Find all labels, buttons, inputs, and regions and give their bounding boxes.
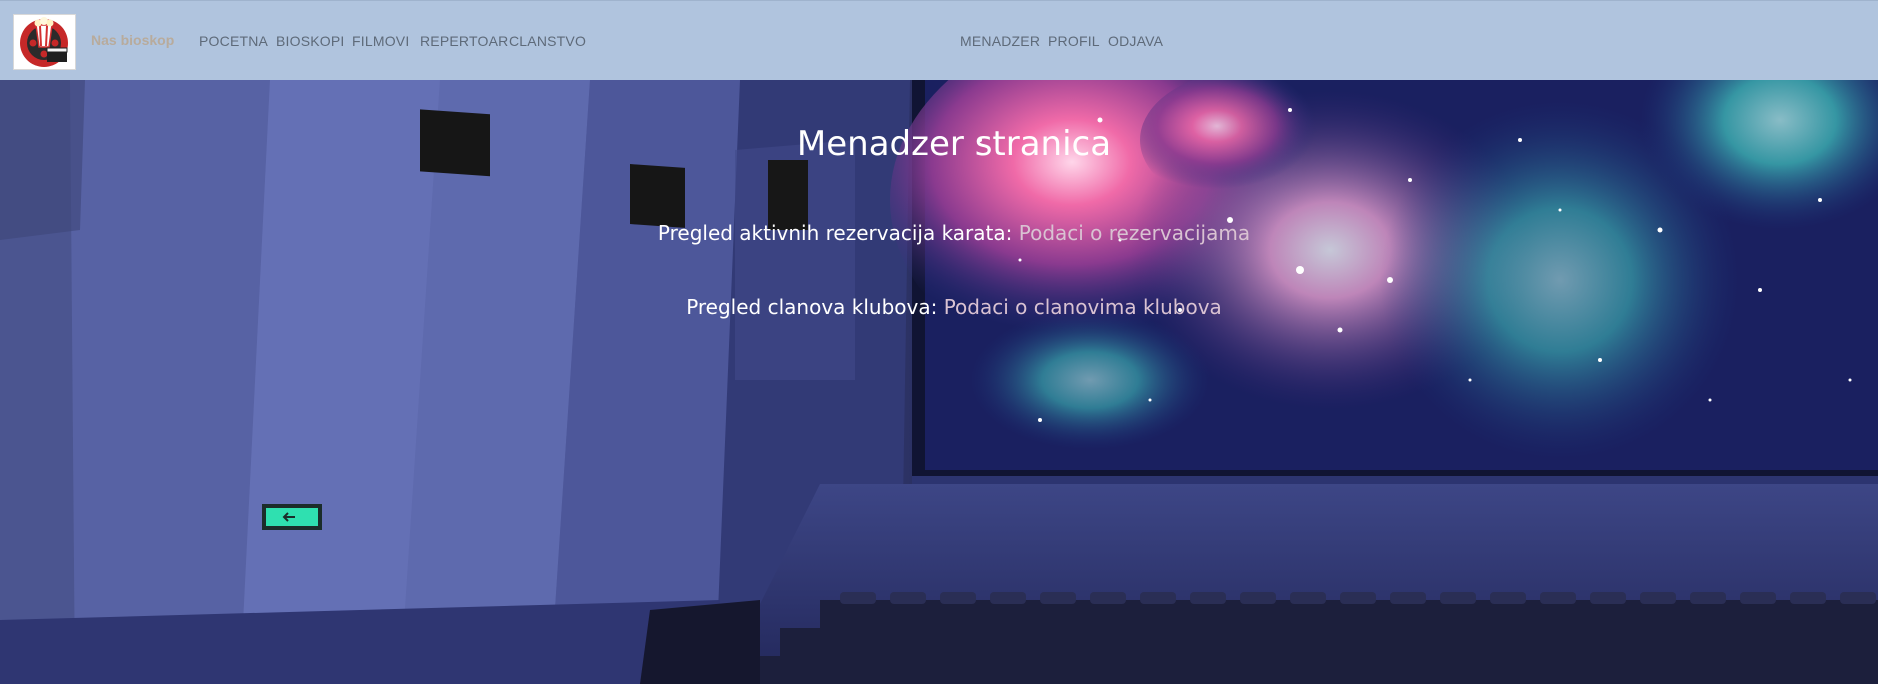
popcorn-reel-logo-icon: [20, 17, 68, 67]
nav-link-profil[interactable]: PROFIL: [1048, 33, 1100, 49]
nav-link-clanstvo[interactable]: CLANSTVO: [509, 33, 586, 49]
brand-link[interactable]: Nas bioskop: [91, 32, 174, 48]
nav-link-repertoar[interactable]: REPERTOAR: [420, 33, 508, 49]
cinema-hall-background: Menadzer stranica Pregled aktivnih rezer…: [0, 80, 1878, 684]
nav-link-bioskopi[interactable]: BIOSKOPI: [276, 33, 345, 49]
members-link[interactable]: Podaci o clanovima klubova: [944, 295, 1222, 319]
top-navbar: Nas bioskop POCETNA BIOSKOPI FILMOVI REP…: [0, 0, 1878, 80]
nav-link-odjava[interactable]: ODJAVA: [1108, 33, 1163, 49]
cinema-hall-illustration: [0, 80, 1878, 684]
nav-link-filmovi[interactable]: FILMOVI: [352, 33, 409, 49]
nav-link-menadzer[interactable]: MENADZER: [960, 33, 1040, 49]
members-label: Pregled clanova klubova:: [686, 295, 938, 319]
cinema-logo[interactable]: [13, 14, 76, 70]
members-row: Pregled clanova klubova: Podaci o clanov…: [0, 295, 1878, 319]
reservations-label: Pregled aktivnih rezervacija karata:: [657, 221, 1013, 245]
reservations-row: Pregled aktivnih rezervacija karata: Pod…: [0, 221, 1878, 245]
reservations-link[interactable]: Podaci o rezervacijama: [1019, 221, 1250, 245]
nav-link-pocetna[interactable]: POCETNA: [199, 33, 268, 49]
page-title: Menadzer stranica: [796, 124, 1112, 164]
